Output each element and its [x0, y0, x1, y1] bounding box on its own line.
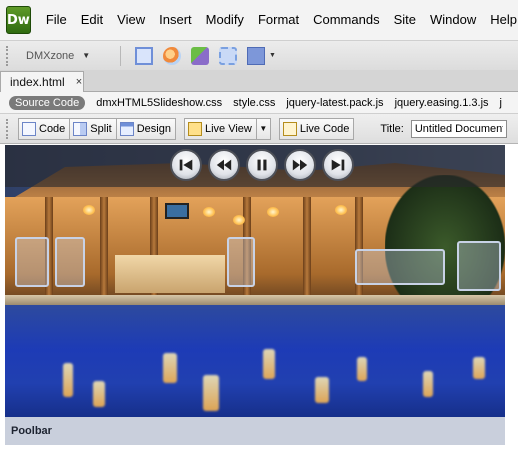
close-icon[interactable]: × [76, 76, 82, 88]
split-icon [73, 121, 88, 136]
slide-caption: Poolbar [5, 417, 505, 445]
pause-icon [257, 159, 267, 171]
lounge-chair [55, 237, 85, 287]
related-files-bar: Source Code dmxHTML5Slideshow.css style.… [0, 92, 518, 114]
code-view-label: Code [39, 122, 66, 135]
design-icon [119, 121, 134, 136]
menu-modify[interactable]: Modify [199, 0, 251, 40]
document-tab-label: index.html [10, 75, 65, 89]
menu-window[interactable]: Window [423, 0, 483, 40]
design-view-label: Design [136, 122, 171, 135]
related-file-link[interactable]: jquery-latest.pack.js [286, 97, 383, 109]
slideshow-controls [170, 149, 360, 181]
title-label: Title: [380, 122, 404, 135]
menu-help[interactable]: Help [483, 0, 518, 40]
live-code-label: Live Code [299, 122, 350, 135]
menu-site[interactable]: Site [387, 0, 423, 40]
slideshow[interactable] [5, 145, 505, 417]
previous-slide-button[interactable] [208, 149, 240, 181]
live-view-button[interactable]: Live View [183, 117, 257, 140]
menu-edit[interactable]: Edit [74, 0, 110, 40]
toolbar-grip[interactable] [6, 45, 12, 66]
chevron-down-icon[interactable]: ▼ [269, 52, 276, 59]
lamp [267, 207, 279, 217]
last-slide-button[interactable] [322, 149, 354, 181]
post [100, 197, 108, 307]
split-view-label: Split [90, 122, 112, 135]
live-code-button[interactable]: Live Code [278, 117, 355, 140]
split-view-button[interactable]: Split [70, 117, 117, 140]
insert-image-icon[interactable] [163, 46, 181, 65]
design-view-button[interactable]: Design [116, 117, 176, 140]
menu-commands[interactable]: Commands [306, 0, 386, 40]
live-view-group: Live View ▼ [183, 117, 271, 140]
menu-insert[interactable]: Insert [152, 0, 199, 40]
menu-bar: Dw File Edit View Insert Modify Format C… [0, 0, 518, 40]
code-view-button[interactable]: Code [18, 117, 71, 140]
post [303, 197, 311, 307]
light-reflection [203, 375, 219, 411]
chevron-down-icon: ▼ [82, 51, 91, 60]
lounge-chair [355, 249, 445, 285]
insert-div-icon[interactable] [135, 46, 153, 65]
light-reflection [423, 371, 433, 397]
first-slide-button[interactable] [170, 149, 202, 181]
menu-format[interactable]: Format [251, 0, 306, 40]
skip-forward-icon [331, 159, 345, 171]
pause-button[interactable] [246, 149, 278, 181]
rewind-icon [216, 159, 232, 171]
bar-counter [115, 255, 225, 293]
related-file-link[interactable]: style.css [233, 97, 275, 109]
light-reflection [163, 353, 177, 383]
live-code-icon [282, 121, 297, 136]
document-tab[interactable]: index.html × [0, 71, 84, 92]
pool-water [5, 305, 505, 417]
light-reflection [93, 381, 105, 407]
light-reflection [263, 349, 275, 379]
toolbar-divider [120, 45, 121, 66]
light-reflection [315, 377, 329, 403]
related-file-link[interactable]: dmxHTML5Slideshow.css [96, 97, 222, 109]
title-input[interactable] [410, 119, 507, 138]
insert-media-icon[interactable] [191, 46, 209, 65]
skip-back-icon [179, 159, 193, 171]
menu-file[interactable]: File [39, 0, 74, 40]
lounge-chair [457, 241, 501, 291]
lamp [203, 207, 215, 217]
code-icon [22, 121, 36, 136]
insert-widget-icon[interactable] [219, 46, 237, 65]
toolbar-grip[interactable] [6, 118, 12, 139]
related-file-link[interactable]: j [500, 97, 502, 109]
chevron-down-icon[interactable]: ▼ [256, 117, 271, 140]
insert-toolbar: DMXzone ▼ ▼ [0, 40, 518, 70]
lounge-chair [15, 237, 49, 287]
next-slide-button[interactable] [284, 149, 316, 181]
lounge-chair [227, 237, 255, 287]
television [165, 203, 189, 219]
document-toolbar: Code Split Design Live View ▼ Live Code … [0, 114, 518, 144]
light-reflection [63, 363, 73, 397]
light-reflection [473, 357, 485, 379]
live-view-label: Live View [204, 122, 252, 135]
lightning-icon [187, 121, 202, 136]
light-reflection [357, 357, 367, 381]
slideshow-control-bar [5, 145, 505, 187]
design-view: Poolbar [0, 145, 518, 457]
lamp [335, 205, 347, 215]
related-file-link[interactable]: jquery.easing.1.3.js [395, 97, 489, 109]
lamp [233, 215, 245, 225]
insert-category-dropdown[interactable]: DMXzone ▼ [26, 50, 112, 62]
fast-forward-icon [292, 159, 308, 171]
menu-view[interactable]: View [110, 0, 152, 40]
document-tab-bar: index.html × [0, 70, 518, 92]
insert-category-label: DMXzone [26, 49, 75, 62]
insert-more-icon[interactable] [247, 46, 265, 65]
source-code-button[interactable]: Source Code [9, 95, 86, 110]
lamp [83, 205, 95, 215]
dreamweaver-logo: Dw [6, 6, 31, 34]
